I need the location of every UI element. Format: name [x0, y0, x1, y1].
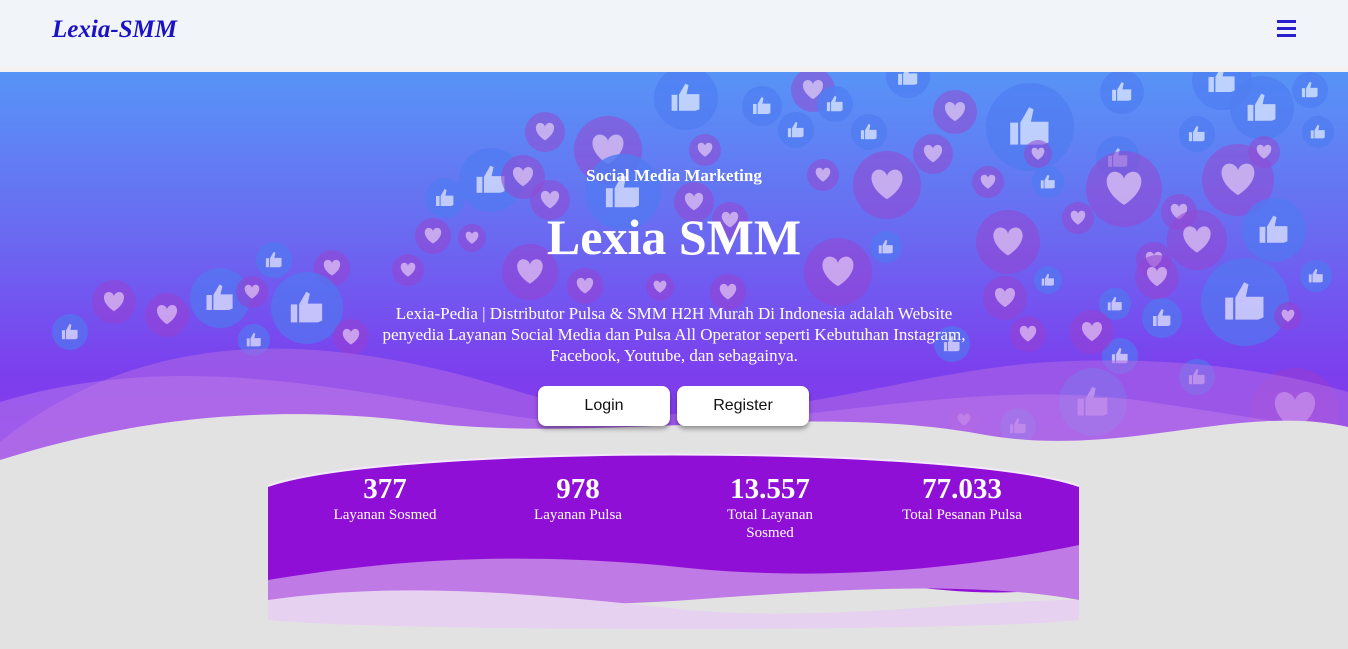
navbar: Lexia-SMM — [0, 0, 1348, 66]
hero-content: Social Media Marketing Lexia SMM Lexia-P… — [0, 72, 1348, 649]
stat-layanan-pulsa: 978 Layanan Pulsa — [478, 472, 678, 524]
brand-logo[interactable]: Lexia-SMM — [52, 16, 177, 44]
stat-label: Total Layanan Sosmed — [727, 507, 813, 541]
stat-total-pesanan-pulsa: 77.033 Total Pesanan Pulsa — [862, 472, 1062, 524]
stat-value: 13.557 — [730, 473, 810, 505]
stat-value: 978 — [556, 473, 600, 505]
hero-title: Lexia SMM — [546, 209, 802, 265]
stat-value: 77.033 — [922, 473, 1002, 505]
stat-total-layanan-sosmed: 13.557 Total Layanan Sosmed — [670, 472, 870, 542]
hero-description: Lexia-Pedia | Distributor Pulsa & SMM H2… — [382, 304, 966, 365]
hamburger-icon[interactable] — [1277, 20, 1296, 37]
stat-label: Layanan Sosmed — [333, 507, 437, 523]
hero-tagline: Social Media Marketing — [586, 166, 762, 185]
hero-section: Social Media Marketing Lexia SMM Lexia-P… — [0, 72, 1348, 649]
stat-label: Layanan Pulsa — [534, 507, 622, 523]
stats-panel: 377 Layanan Sosmed 978 Layanan Pulsa 13.… — [268, 450, 1079, 632]
stat-label: Total Pesanan Pulsa — [902, 507, 1022, 523]
register-button[interactable]: Register — [677, 386, 809, 426]
navbar-divider — [0, 66, 1348, 72]
stat-layanan-sosmed: 377 Layanan Sosmed — [285, 472, 485, 524]
stat-value: 377 — [363, 473, 407, 505]
login-button[interactable]: Login — [538, 386, 670, 426]
